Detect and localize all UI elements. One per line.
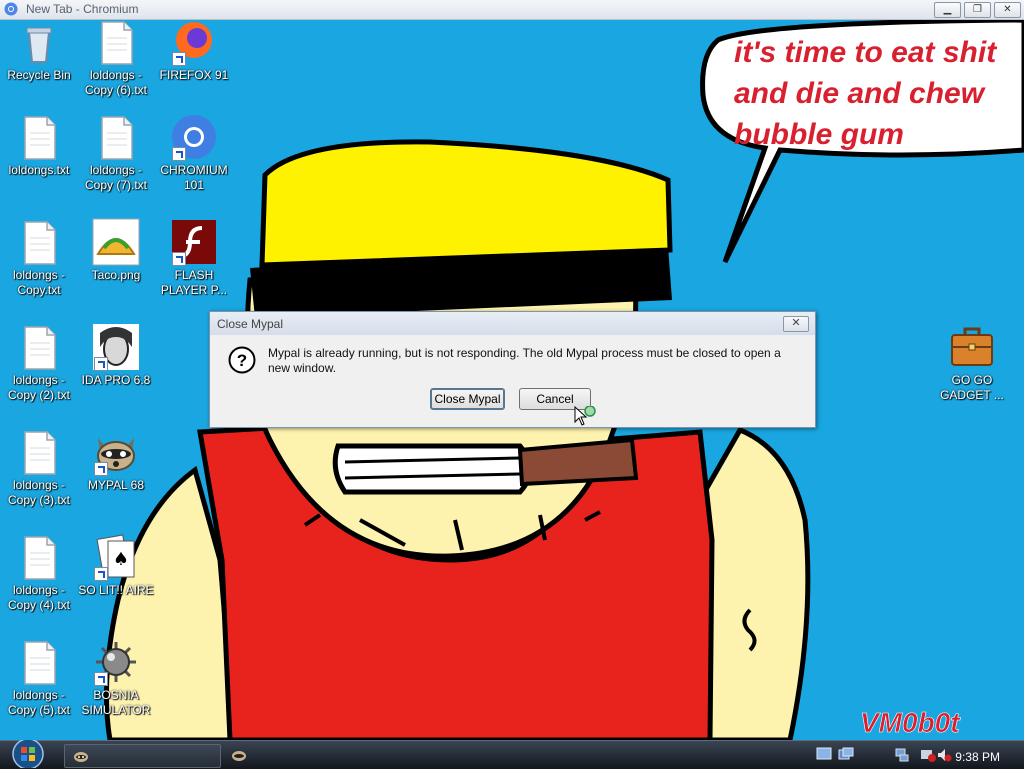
close-mypal-button[interactable]: Close Mypal [430, 388, 505, 410]
taskbar-clock[interactable]: 9:38 PM [955, 750, 1000, 764]
desktop-icon-3[interactable]: loldongs.txt [1, 113, 77, 178]
desktop-icon-label: FLASH PLAYER P... [160, 268, 228, 297]
desktop-icon-label: loldongs - Copy (4).txt [7, 583, 70, 612]
text-file-icon [15, 113, 63, 161]
shortcut-arrow-icon [172, 147, 186, 161]
restore-button[interactable]: ❐ [964, 2, 991, 18]
desktop-icon-5[interactable]: CHROMIUM 101 [156, 113, 232, 193]
window-title: New Tab - Chromium [26, 2, 139, 16]
system-tray: 9:38 PM [808, 744, 1018, 766]
desktop-icon-12[interactable]: MYPAL 68 [78, 428, 154, 493]
dialog-title: Close Mypal [217, 317, 284, 331]
shortcut-arrow-icon [172, 52, 186, 66]
close-mypal-dialog: Close Mypal ✕ ? Mypal is already running… [209, 311, 816, 428]
desktop-icon-14[interactable]: ♠ SO LIT!! AIRE [78, 533, 154, 598]
taskbar: 9:38 PM [0, 740, 1024, 769]
windows-logo-icon [21, 747, 27, 753]
desktop-icon-16[interactable]: BOSNIA SIMULATOR [78, 638, 154, 718]
desktop-icon-label: Recycle Bin [7, 68, 71, 82]
text-file-icon [92, 18, 140, 66]
taco-image-icon [92, 218, 140, 266]
desktop-icon-15[interactable]: loldongs - Copy (5).txt [1, 638, 77, 718]
shortcut-arrow-icon [94, 357, 108, 371]
mypal-raccoon-icon [74, 752, 88, 762]
action-center-icon[interactable] [920, 747, 936, 763]
desktop-icon-label: GO GO GADGET ... [940, 373, 1004, 402]
desktop-icon-13[interactable]: loldongs - Copy (4).txt [1, 533, 77, 613]
ida-pro-icon [92, 323, 140, 371]
desktop-icon-label: SO LIT!! AIRE [78, 583, 154, 597]
dialog-message: Mypal is already running, but is not res… [268, 346, 781, 375]
text-file-icon [15, 323, 63, 371]
chromium-icon [4, 2, 18, 16]
shortcut-arrow-icon [94, 462, 108, 476]
wallpaper-hat [259, 139, 673, 268]
desktop-icon-label: loldongs - Copy (6).txt [84, 68, 147, 97]
recycle-bin-icon [15, 18, 63, 66]
shortcut-arrow-icon [94, 567, 108, 581]
solitaire-cards-icon: ♠ [92, 533, 140, 581]
busy-cursor-icon [574, 406, 596, 426]
mypal-raccoon-icon [232, 751, 246, 761]
desktop-icon-label: CHROMIUM 101 [160, 163, 228, 192]
desktop-icon-label: loldongs - Copy (7).txt [84, 163, 147, 192]
desktop-icon-10[interactable]: IDA PRO 6.8 [78, 323, 154, 388]
text-file-icon [15, 638, 63, 686]
taskbar-button-mypal-secondary[interactable] [229, 746, 249, 764]
desktop-icon-label: loldongs.txt [8, 163, 70, 177]
mypal-raccoon-icon [92, 428, 140, 476]
text-file-icon [15, 533, 63, 581]
window-close-button[interactable]: ✕ [994, 2, 1021, 18]
briefcase-icon [948, 323, 996, 371]
desktop-icon-0[interactable]: Recycle Bin [1, 18, 77, 83]
speech-text-line-3: bubble gum [734, 118, 904, 151]
switch-windows-icon[interactable] [838, 747, 854, 761]
speech-text-line-1: it's time to eat shit [734, 36, 998, 69]
desktop-icon-label: FIREFOX 91 [159, 68, 229, 82]
firefox-icon [170, 18, 218, 66]
wallpaper-mouth [332, 443, 533, 495]
svg-text:♠: ♠ [113, 549, 129, 570]
desktop-icon-4[interactable]: loldongs - Copy (7).txt [78, 113, 154, 193]
desktop-icon-label: loldongs - Copy (5).txt [7, 688, 70, 717]
desktop-icon-label: BOSNIA SIMULATOR [81, 688, 151, 717]
wallpaper-cigar [517, 437, 639, 487]
desktop-icon-8[interactable]: FLASH PLAYER P... [156, 218, 232, 298]
text-file-icon [15, 218, 63, 266]
browser-title-bar: New Tab - Chromium ▁ ❐ ✕ [0, 0, 1024, 20]
network-icon[interactable] [894, 747, 910, 763]
taskbar-button-mypal[interactable] [64, 744, 221, 768]
start-button[interactable] [6, 740, 50, 768]
svg-text:?: ? [237, 351, 247, 370]
show-desktop-icon[interactable] [816, 747, 832, 761]
wallpaper-signature: VM0b0t [860, 707, 961, 738]
desktop-icon-7[interactable]: Taco.png [78, 218, 154, 283]
desktop-icon-label: loldongs - Copy.txt [12, 268, 66, 297]
question-icon: ? [228, 346, 256, 374]
desktop-icon-11[interactable]: loldongs - Copy (3).txt [1, 428, 77, 508]
desktop-icon-6[interactable]: loldongs - Copy.txt [1, 218, 77, 298]
desktop-icon-label: IDA PRO 6.8 [81, 373, 151, 387]
desktop-icon-label: Taco.png [91, 268, 141, 282]
desktop-icon-2[interactable]: FIREFOX 91 [156, 18, 232, 83]
flash-player-icon [170, 218, 218, 266]
desktop-icon-17[interactable]: GO GO GADGET ... [934, 323, 1010, 403]
shortcut-arrow-icon [172, 252, 186, 266]
desktop-icon-label: MYPAL 68 [87, 478, 145, 492]
text-file-icon [15, 428, 63, 476]
chromium-icon [170, 113, 218, 161]
shortcut-arrow-icon [94, 672, 108, 686]
dialog-title-bar: Close Mypal ✕ [210, 312, 815, 335]
desktop-icon-label: loldongs - Copy (2).txt [7, 373, 70, 402]
text-file-icon [92, 113, 140, 161]
speech-text-line-2: and die and chew [734, 77, 986, 110]
desktop-icon-1[interactable]: loldongs - Copy (6).txt [78, 18, 154, 98]
minesweeper-mine-icon [92, 638, 140, 686]
volume-muted-icon[interactable] [936, 747, 952, 763]
dialog-close-button[interactable]: ✕ [783, 316, 809, 332]
desktop-icon-label: loldongs - Copy (3).txt [7, 478, 70, 507]
desktop-icon-9[interactable]: loldongs - Copy (2).txt [1, 323, 77, 403]
minimize-button[interactable]: ▁ [934, 2, 961, 18]
